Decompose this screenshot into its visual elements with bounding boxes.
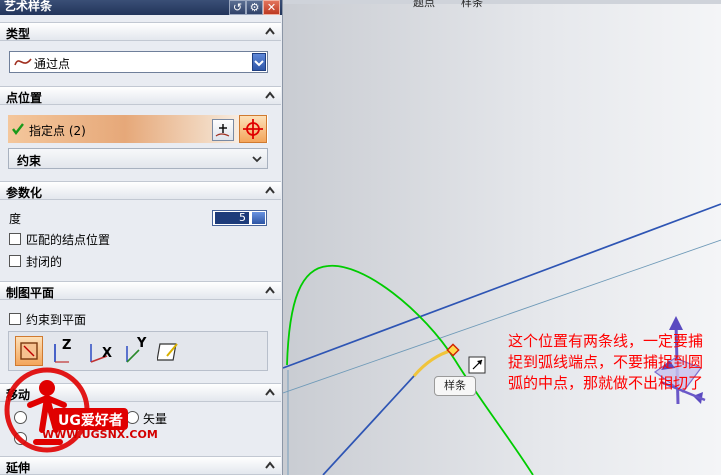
- top-label-2[interactable]: 样条: [461, 0, 483, 10]
- collapse-up-icon[interactable]: [263, 386, 277, 399]
- collapse-up-icon[interactable]: [263, 25, 277, 38]
- point-snap-button[interactable]: [239, 115, 267, 143]
- match-knots-label: 匹配的结点位置: [26, 233, 111, 247]
- csys-plane-icon: [156, 343, 178, 361]
- watermark-site: WWW.UGSNX.COM: [42, 428, 158, 441]
- degree-value[interactable]: 5: [215, 212, 249, 224]
- collapse-up-icon[interactable]: [263, 184, 277, 197]
- annotation-text: 这个位置有两条线，一定要捕捉到弧线端点，不要捕捉到圆弧的中点，那就做不出相切了: [508, 332, 704, 392]
- dialog-titlebar: 艺术样条 ↺ ⚙ ✕: [0, 0, 282, 15]
- vector-label: 矢量: [143, 412, 168, 426]
- snap-tooltip: 样条: [434, 376, 476, 396]
- constrain-to-plane-label: 约束到平面: [26, 313, 87, 327]
- type-group-label: 类型: [6, 27, 31, 41]
- reset-icon: ↺: [232, 1, 243, 14]
- constrain-to-plane-checkbox[interactable]: [9, 313, 21, 325]
- point-position-group-header[interactable]: 点位置: [0, 86, 281, 105]
- degree-label: 度: [9, 212, 22, 226]
- degree-spinner[interactable]: 5: [212, 210, 267, 226]
- gear-icon: ⚙: [249, 1, 260, 14]
- green-arc-curve[interactable]: [286, 265, 534, 475]
- close-button[interactable]: ✕: [263, 0, 280, 15]
- settings-button[interactable]: ⚙: [246, 0, 263, 15]
- spinner-arrows-icon[interactable]: [252, 212, 265, 224]
- dialog-title: 艺术样条: [4, 0, 53, 13]
- parameterization-group-label: 参数化: [6, 186, 43, 200]
- constraint-section[interactable]: 约束: [8, 148, 268, 169]
- match-knots-checkbox[interactable]: [9, 233, 21, 245]
- watermark-brand: UG爱好者: [58, 413, 123, 429]
- collapse-up-icon[interactable]: [263, 284, 277, 297]
- close-icon: ✕: [266, 1, 277, 14]
- collapse-up-icon[interactable]: [263, 89, 277, 102]
- collapse-up-icon[interactable]: [263, 459, 277, 472]
- chevron-down-icon: [252, 156, 262, 163]
- blue-line-diagonal[interactable]: [322, 375, 415, 475]
- constraint-label: 约束: [17, 154, 42, 168]
- type-group-header[interactable]: 类型: [0, 22, 281, 41]
- crosshair-icon: [243, 119, 263, 139]
- endpoint-snap-marker[interactable]: [446, 343, 460, 357]
- drawing-plane-group-header[interactable]: 制图平面: [0, 281, 281, 300]
- reset-button[interactable]: ↺: [229, 0, 246, 15]
- point-position-group-label: 点位置: [6, 91, 43, 105]
- type-select-value: 通过点: [34, 57, 71, 71]
- model-geometry: [283, 203, 721, 475]
- closed-label: 封闭的: [26, 255, 63, 269]
- chevron-down-icon[interactable]: [252, 53, 266, 71]
- y-axis-label: Y: [137, 336, 147, 351]
- graphics-viewport[interactable]: [283, 0, 721, 475]
- type-select[interactable]: 通过点: [9, 51, 268, 73]
- watermark-logo: [4, 367, 128, 453]
- specify-point-label: 指定点 (2): [29, 124, 86, 138]
- point-constructor-icon: [215, 124, 230, 137]
- csys-plane-button[interactable]: [156, 338, 183, 366]
- viewport-top-toolbar: 题点 样条: [283, 0, 721, 9]
- top-label-1[interactable]: 题点: [413, 0, 435, 10]
- parameterization-group-header[interactable]: 参数化: [0, 181, 281, 200]
- checkmark-icon: [12, 123, 24, 135]
- highlighted-arc-segment[interactable]: [412, 348, 454, 377]
- closed-checkbox[interactable]: [9, 255, 21, 267]
- spline-curve-icon: [14, 58, 32, 66]
- drawing-plane-group-label: 制图平面: [6, 286, 55, 300]
- point-dialog-button[interactable]: [212, 119, 234, 141]
